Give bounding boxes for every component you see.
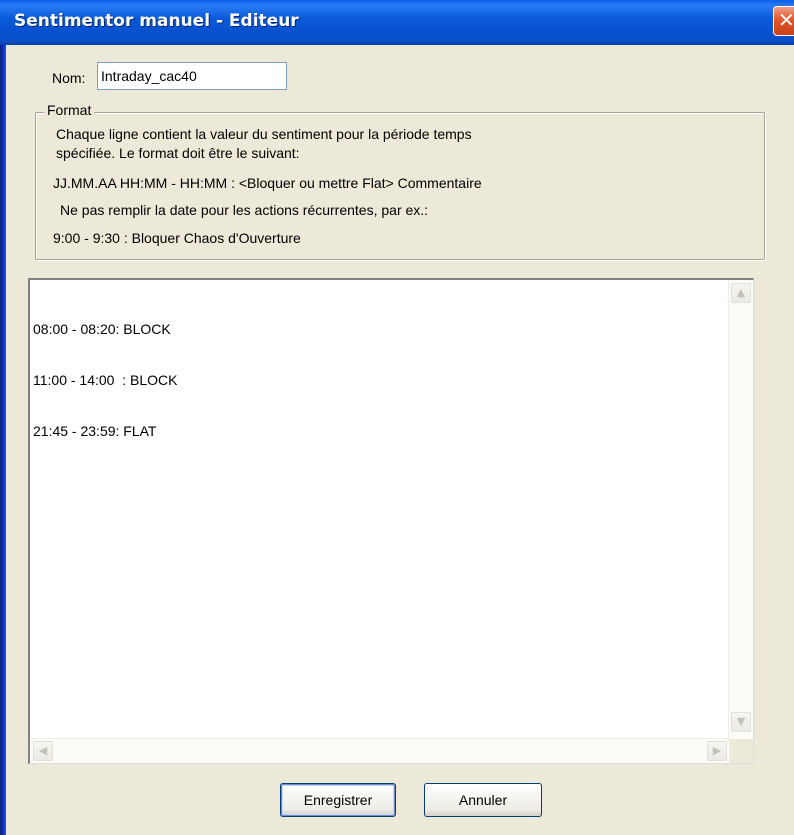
title-bar[interactable]: Sentimentor manuel - Editeur [0, 0, 794, 45]
scroll-right-arrow-icon[interactable]: ▶ [707, 741, 727, 761]
editor-dialog: Sentimentor manuel - Editeur ✕ Nom: Form… [0, 0, 794, 835]
format-line-4: Ne pas remplir la date pour les actions … [60, 202, 429, 218]
close-button[interactable]: ✕ [773, 6, 794, 36]
format-legend: Format [44, 102, 95, 118]
name-label: Nom: [52, 70, 86, 86]
cancel-button[interactable]: Annuler [424, 783, 542, 817]
editor-line-1: 08:00 - 08:20: BLOCK [33, 321, 171, 337]
scroll-down-arrow-icon[interactable]: ▼ [731, 712, 751, 732]
format-line-1: Chaque ligne contient la valeur du senti… [56, 126, 472, 142]
name-input[interactable] [97, 62, 287, 90]
format-line-5: 9:00 - 9:30 : Bloquer Chaos d'Ouverture [53, 230, 301, 246]
editor-lines[interactable]: 08:00 - 08:20: BLOCK 11:00 - 14:00 : BLO… [33, 287, 178, 474]
scrollbar-corner [729, 739, 753, 763]
format-line-3: JJ.MM.AA HH:MM - HH:MM : <Bloquer ou met… [53, 175, 482, 191]
sentiment-text-area[interactable]: 08:00 - 08:20: BLOCK 11:00 - 14:00 : BLO… [28, 278, 754, 764]
vertical-scrollbar[interactable]: ▲ ▼ [728, 280, 753, 742]
format-line-2: spécifiée. Le format doit être le suivan… [56, 145, 300, 161]
editor-line-2: 11:00 - 14:00 : BLOCK [33, 372, 178, 388]
window-left-border [0, 0, 6, 835]
window-title: Sentimentor manuel - Editeur [14, 11, 299, 31]
close-icon: ✕ [778, 8, 794, 32]
save-button[interactable]: Enregistrer [280, 783, 396, 817]
horizontal-scrollbar[interactable]: ◀ ▶ [30, 738, 730, 763]
scroll-up-arrow-icon[interactable]: ▲ [731, 283, 751, 303]
editor-line-3: 21:45 - 23:59: FLAT [33, 423, 157, 439]
scroll-left-arrow-icon[interactable]: ◀ [33, 741, 53, 761]
